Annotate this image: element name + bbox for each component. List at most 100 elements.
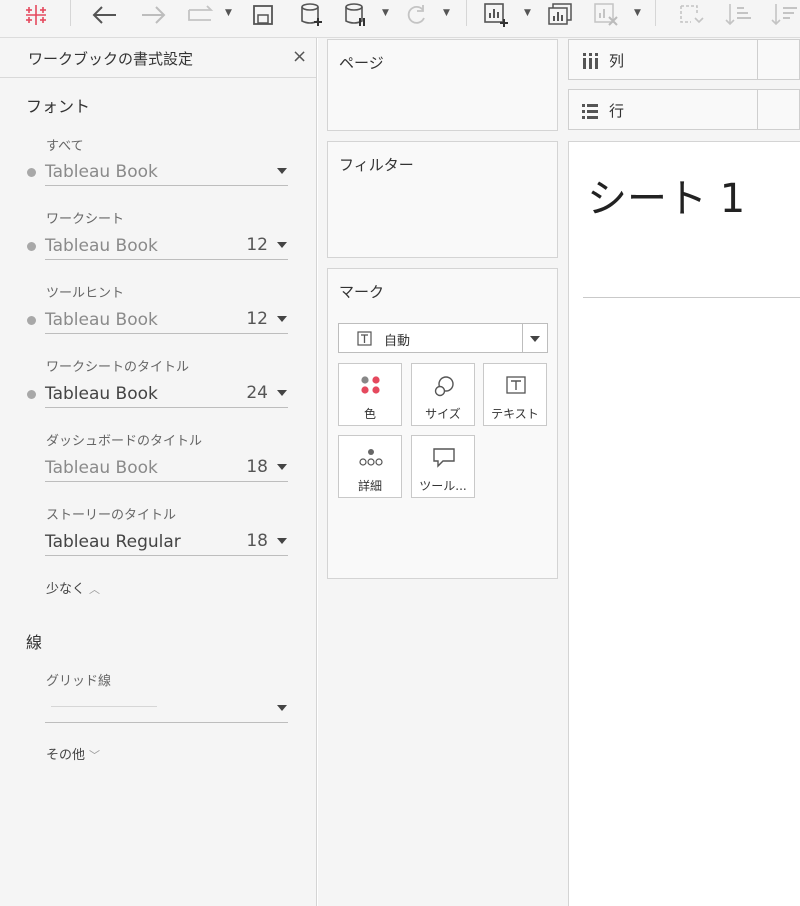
rows-icon [582, 104, 598, 119]
chevron-down-icon [530, 336, 540, 342]
mark-type-dropdown[interactable]: 自動 [338, 323, 548, 353]
font-worksheet-status-dot [27, 242, 36, 251]
pages-title: ページ [339, 54, 384, 72]
save-icon[interactable] [248, 0, 278, 30]
new-worksheet-dropdown-icon[interactable]: ▼ [524, 8, 531, 18]
size-button[interactable]: サイズ [411, 363, 475, 426]
text-mark-icon [357, 331, 372, 346]
chevron-down-icon [277, 538, 287, 544]
columns-label: 列 [609, 52, 625, 70]
tooltip-button[interactable]: ツール... [411, 435, 475, 498]
font-section-title: フォント [26, 97, 91, 116]
new-worksheet-icon[interactable] [480, 0, 512, 30]
columns-shelf[interactable]: 列 [568, 39, 800, 80]
font-worksheet-title-size: 24 [246, 383, 268, 403]
color-icon [361, 376, 380, 394]
show-less-label: 少なく [46, 582, 86, 597]
chevron-up-icon: ︿ [89, 583, 101, 596]
font-worksheet-dropdown[interactable]: Tableau Book 12 [45, 234, 288, 260]
close-icon[interactable]: × [292, 46, 307, 67]
view-area: 列 行 シート 1 [566, 38, 800, 906]
clear-sheet-icon[interactable] [590, 0, 622, 30]
color-label: 色 [363, 407, 376, 421]
font-worksheet-name: Tableau Book [45, 236, 158, 256]
font-tooltip-dropdown[interactable]: Tableau Book 12 [45, 308, 288, 334]
pause-dropdown-icon[interactable]: ▼ [382, 8, 389, 18]
font-dashboard-title-name: Tableau Book [45, 458, 158, 478]
show-more-label: その他 [46, 748, 86, 763]
marks-title: マーク [339, 283, 385, 301]
rows-shelf[interactable]: 行 [568, 89, 800, 130]
font-all-dropdown[interactable]: Tableau Book [45, 160, 288, 186]
sheet-title[interactable]: シート 1 [587, 166, 745, 224]
detail-label: 詳細 [357, 479, 382, 493]
color-button[interactable]: 色 [338, 363, 402, 426]
clear-dropdown-icon[interactable]: ▼ [634, 8, 641, 18]
show-more-toggle[interactable]: その他 ﹀ [46, 744, 100, 763]
pane-header: ワークブックの書式設定 × [0, 38, 316, 78]
font-dashboard-title-size: 18 [246, 457, 268, 477]
redo-icon[interactable] [138, 0, 170, 30]
refresh-dropdown-icon[interactable]: ▼ [443, 8, 450, 18]
sort-ascending-icon[interactable] [722, 0, 754, 30]
duplicate-sheet-icon[interactable] [544, 0, 576, 30]
worksheet-canvas[interactable]: シート 1 [568, 141, 800, 906]
font-worksheet-title-dropdown[interactable]: Tableau Book 24 [45, 382, 288, 408]
font-tooltip-status-dot [27, 316, 36, 325]
mark-type-value: 自動 [384, 334, 411, 349]
show-less-toggle[interactable]: 少なく ︿ [46, 578, 100, 597]
chevron-down-icon: ﹀ [89, 749, 101, 762]
refresh-icon[interactable] [400, 0, 432, 30]
title-divider [583, 297, 800, 298]
tableau-logo-icon[interactable] [20, 0, 52, 30]
font-story-title-dropdown[interactable]: Tableau Regular 18 [45, 530, 288, 556]
chevron-down-icon [277, 705, 287, 711]
chevron-down-icon [277, 168, 287, 174]
grid-line-preview [51, 706, 157, 707]
font-tooltip-size: 12 [246, 309, 268, 329]
font-dashboard-title-dropdown[interactable]: Tableau Book 18 [45, 456, 288, 482]
chevron-down-icon [277, 242, 287, 248]
filters-shelf[interactable]: フィルター [327, 141, 558, 258]
text-label: テキスト [491, 407, 539, 421]
grid-lines-label: グリッド線 [46, 674, 112, 689]
font-story-title-size: 18 [246, 531, 268, 551]
pause-updates-icon[interactable] [340, 0, 370, 30]
swap-dropdown-icon[interactable]: ▼ [225, 8, 232, 18]
rows-label: 行 [609, 102, 625, 120]
marks-card: マーク 自動 色 サイズ テキスト 詳細 ツール... [327, 268, 558, 579]
chevron-down-icon [277, 390, 287, 396]
font-worksheet-title-label: ワークシートのタイトル [46, 360, 190, 375]
columns-icon [583, 53, 598, 69]
font-worksheet-label: ワークシート [46, 212, 125, 227]
size-icon [434, 376, 454, 397]
font-worksheet-title-name: Tableau Book [45, 384, 158, 404]
font-dashboard-title-label: ダッシュボードのタイトル [46, 434, 203, 449]
font-worksheet-title-status-dot [27, 390, 36, 399]
swap-rows-columns-icon[interactable] [675, 0, 707, 30]
font-tooltip-name: Tableau Book [45, 310, 158, 330]
size-label: サイズ [425, 407, 461, 421]
text-icon [506, 376, 526, 394]
pane-title: ワークブックの書式設定 [28, 50, 194, 68]
filters-title: フィルター [339, 156, 414, 174]
font-story-title-name: Tableau Regular [45, 532, 181, 552]
font-all-name: Tableau Book [45, 162, 158, 182]
tooltip-icon [433, 448, 455, 468]
undo-icon[interactable] [88, 0, 120, 30]
toolbar: ▼ ▼ ▼ ▼ ▼ [0, 0, 800, 38]
font-all-label: すべて [46, 139, 84, 154]
chevron-down-icon [277, 464, 287, 470]
font-all-status-dot [27, 168, 36, 177]
sort-descending-icon[interactable] [768, 0, 800, 30]
new-datasource-icon[interactable] [296, 0, 326, 30]
font-story-title-label: ストーリーのタイトル [46, 508, 177, 523]
font-worksheet-size: 12 [246, 235, 268, 255]
text-button[interactable]: テキスト [483, 363, 547, 426]
grid-lines-dropdown[interactable] [45, 697, 288, 723]
pages-shelf[interactable]: ページ [327, 39, 558, 131]
detail-icon [359, 449, 383, 466]
swap-icon[interactable] [183, 0, 219, 30]
detail-button[interactable]: 詳細 [338, 435, 402, 498]
tooltip-label: ツール... [419, 479, 467, 493]
